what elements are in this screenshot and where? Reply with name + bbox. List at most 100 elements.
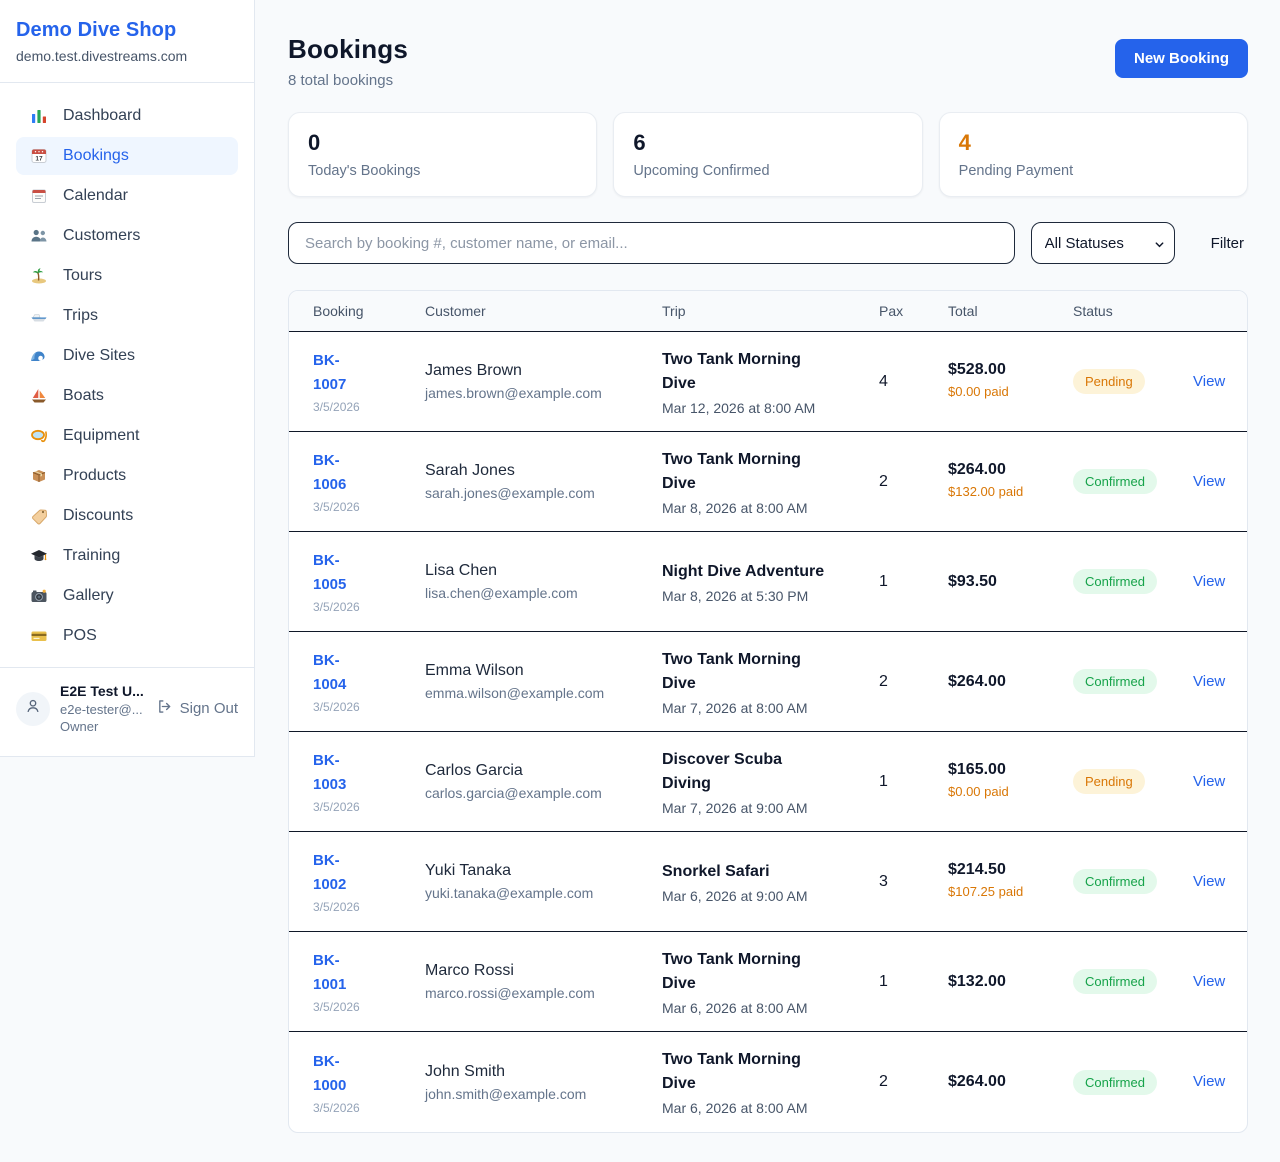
booking-id-link[interactable]: BK-1000	[313, 1050, 373, 1098]
trip-cell: Discover Scuba Diving Mar 7, 2026 at 9:0…	[662, 748, 879, 816]
customer-name: Lisa Chen	[425, 562, 662, 580]
booking-cell: BK-1001 3/5/2026	[313, 949, 425, 1014]
status-cell: Pending	[1073, 369, 1193, 394]
booking-id-link[interactable]: BK-1005	[313, 549, 373, 597]
column-header-customer: Customer	[425, 303, 662, 319]
status-filter-select[interactable]: All Statuses	[1031, 222, 1175, 264]
column-header-booking: Booking	[313, 303, 425, 319]
person-icon	[24, 697, 42, 720]
sidebar-item-dashboard[interactable]: Dashboard	[16, 97, 238, 135]
page-title: Bookings	[288, 34, 408, 65]
pax-count: 2	[879, 673, 948, 691]
table-row: BK-1007 3/5/2026 James Brown james.brown…	[289, 332, 1247, 432]
trip-cell: Two Tank Morning Dive Mar 8, 2026 at 8:0…	[662, 448, 879, 516]
paid-amount: $107.25 paid	[948, 883, 1030, 902]
booking-cell: BK-1004 3/5/2026	[313, 649, 425, 714]
sailboat-icon	[30, 387, 48, 405]
status-cell: Confirmed	[1073, 1070, 1193, 1095]
booking-cell: BK-1000 3/5/2026	[313, 1050, 425, 1115]
user-meta: E2E Test U... e2e-tester@... Owner	[60, 682, 144, 736]
view-link[interactable]: View	[1193, 473, 1225, 490]
customer-cell: Lisa Chen lisa.chen@example.com	[425, 562, 662, 601]
user-role: Owner	[60, 718, 144, 736]
trip-datetime: Mar 12, 2026 at 8:00 AM	[662, 400, 879, 416]
status-badge: Confirmed	[1073, 669, 1157, 694]
column-header-status: Status	[1073, 303, 1193, 319]
trip-name: Two Tank Morning Dive	[662, 1048, 827, 1096]
trip-name: Two Tank Morning Dive	[662, 648, 827, 696]
sidebar-item-training[interactable]: Training	[16, 537, 238, 575]
table-row: BK-1000 3/5/2026 John Smith john.smith@e…	[289, 1032, 1247, 1132]
stat-card: 6 Upcoming Confirmed	[613, 112, 922, 197]
status-select-wrap: All Statuses	[1031, 222, 1175, 264]
sidebar-item-products[interactable]: Products	[16, 457, 238, 495]
view-link[interactable]: View	[1193, 673, 1225, 690]
sidebar-item-label: Equipment	[63, 427, 140, 445]
sidebar-item-calendar[interactable]: Calendar	[16, 177, 238, 215]
sidebar-item-bookings[interactable]: 17 Bookings	[16, 137, 238, 175]
trip-cell: Two Tank Morning Dive Mar 6, 2026 at 8:0…	[662, 948, 879, 1016]
trip-datetime: Mar 8, 2026 at 5:30 PM	[662, 588, 879, 604]
total-cell: $93.50	[948, 573, 1073, 591]
view-cell: View	[1193, 873, 1225, 891]
graduation-cap-icon	[30, 547, 48, 565]
sidebar-item-tours[interactable]: Tours	[16, 257, 238, 295]
sidebar-item-gallery[interactable]: Gallery	[16, 577, 238, 615]
view-link[interactable]: View	[1193, 873, 1225, 890]
filter-button[interactable]: Filter	[1207, 235, 1248, 252]
sidebar-user-footer: E2E Test U... e2e-tester@... Owner Sign …	[0, 667, 254, 756]
sidebar-item-customers[interactable]: Customers	[16, 217, 238, 255]
total-amount: $132.00	[948, 973, 1073, 991]
sidebar-item-discounts[interactable]: Discounts	[16, 497, 238, 535]
trip-datetime: Mar 6, 2026 at 9:00 AM	[662, 888, 879, 904]
view-link[interactable]: View	[1193, 973, 1225, 990]
column-header-trip: Trip	[662, 303, 879, 319]
sidebar-item-label: Gallery	[63, 587, 114, 605]
stat-card: 0 Today's Bookings	[288, 112, 597, 197]
sidebar-item-pos[interactable]: POS	[16, 617, 238, 655]
trip-datetime: Mar 6, 2026 at 8:00 AM	[662, 1100, 879, 1116]
filter-row: All Statuses Filter	[288, 222, 1248, 264]
sidebar-item-boats[interactable]: Boats	[16, 377, 238, 415]
booking-id-link[interactable]: BK-1006	[313, 449, 373, 497]
stat-label: Upcoming Confirmed	[633, 163, 902, 179]
view-cell: View	[1193, 573, 1225, 591]
booking-id-link[interactable]: BK-1004	[313, 649, 373, 697]
customer-email: james.brown@example.com	[425, 385, 662, 401]
booking-date: 3/5/2026	[313, 700, 425, 714]
customer-cell: Marco Rossi marco.rossi@example.com	[425, 962, 662, 1001]
customer-name: Sarah Jones	[425, 462, 662, 480]
pax-count: 1	[879, 773, 948, 791]
trip-name: Discover Scuba Diving	[662, 748, 827, 796]
view-link[interactable]: View	[1193, 573, 1225, 590]
status-badge: Confirmed	[1073, 569, 1157, 594]
status-badge: Pending	[1073, 769, 1145, 794]
search-input[interactable]	[288, 222, 1015, 264]
booking-id-link[interactable]: BK-1002	[313, 849, 373, 897]
booking-id-link[interactable]: BK-1007	[313, 349, 373, 397]
sidebar-item-dive-sites[interactable]: Dive Sites	[16, 337, 238, 375]
customer-name: James Brown	[425, 362, 662, 380]
total-amount: $264.00	[948, 461, 1073, 479]
brand-name[interactable]: Demo Dive Shop	[16, 19, 238, 42]
customer-name: John Smith	[425, 1063, 662, 1081]
pax-count: 1	[879, 973, 948, 991]
total-cell: $264.00	[948, 673, 1073, 691]
view-cell: View	[1193, 973, 1225, 991]
booking-id-link[interactable]: BK-1003	[313, 749, 373, 797]
view-link[interactable]: View	[1193, 1073, 1225, 1090]
paid-amount: $0.00 paid	[948, 383, 1030, 402]
customer-email: yuki.tanaka@example.com	[425, 885, 662, 901]
total-cell: $214.50 $107.25 paid	[948, 861, 1073, 902]
customer-name: Marco Rossi	[425, 962, 662, 980]
total-amount: $264.00	[948, 1073, 1073, 1091]
sidebar-item-equipment[interactable]: Equipment	[16, 417, 238, 455]
sign-out-button[interactable]: Sign Out	[156, 698, 238, 719]
view-link[interactable]: View	[1193, 373, 1225, 390]
view-link[interactable]: View	[1193, 773, 1225, 790]
new-booking-button[interactable]: New Booking	[1115, 39, 1248, 78]
booking-id-link[interactable]: BK-1001	[313, 949, 373, 997]
sidebar-item-label: Discounts	[63, 507, 133, 525]
table-header-row: BookingCustomerTripPaxTotalStatus	[289, 291, 1247, 332]
sidebar-item-trips[interactable]: Trips	[16, 297, 238, 335]
